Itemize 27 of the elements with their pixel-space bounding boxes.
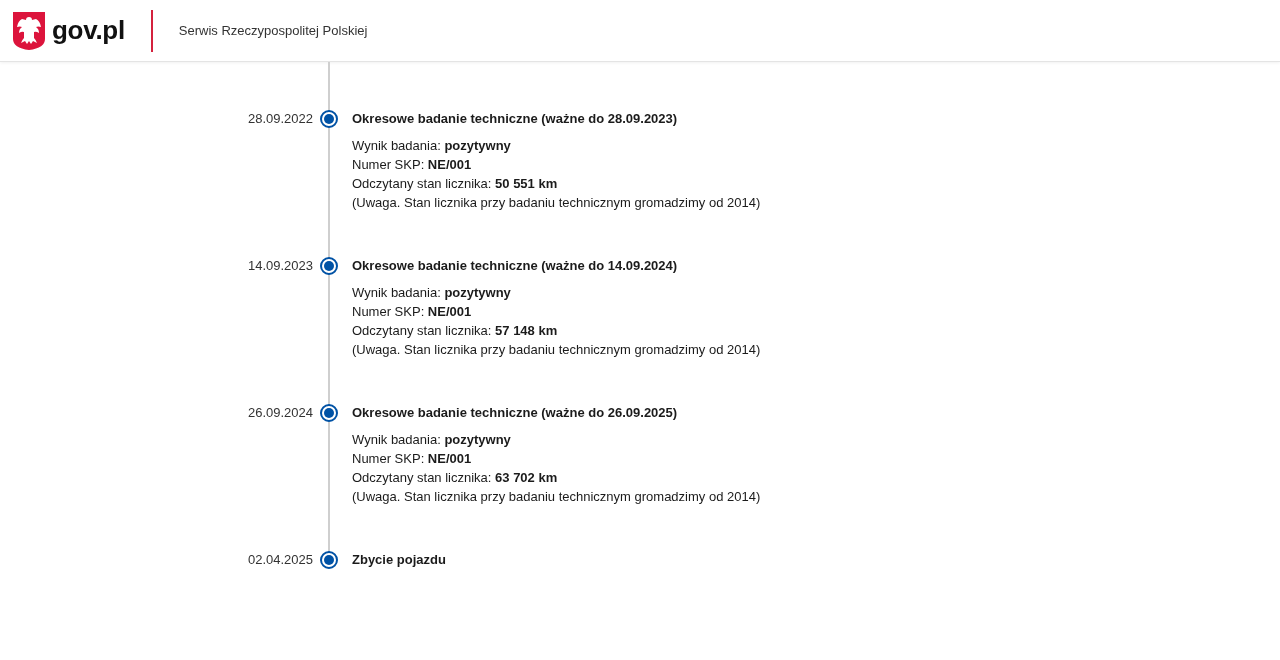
timeline-dot-icon [320,551,338,569]
detail-line: Wynik badania: pozytywny [352,284,512,302]
timeline-dot-icon [320,404,338,422]
event-title: Okresowe badanie techniczne (ważne do 28.09.2023) [352,110,679,128]
detail-line: Odczytany stan licznika: 57 148 km [352,322,559,340]
event-date: 02.04.2025 [247,551,313,569]
timeline-dot-icon [320,110,338,128]
note-text: (Uwaga. Stan licznika przy badaniu technicznym gromadzimy od 2014) [352,341,762,359]
event-title: Zbycie pojazdu [352,551,447,569]
detail-line: Odczytany stan licznika: 50 551 km [352,175,559,193]
service-name: Serwis Rzeczypospolitej Polskiej [178,23,368,38]
event-date: 14.09.2023 [247,257,313,275]
event-title: Okresowe badanie techniczne (ważne do 14.09.2024) [352,257,679,275]
event-title: Okresowe badanie techniczne (ważne do 26.09.2025) [352,404,679,422]
detail-line: Numer SKP: NE/001 [352,450,473,468]
detail-line: Odczytany stan licznika: 63 702 km [352,469,559,487]
eagle-emblem-icon [12,10,46,51]
detail-line: Numer SKP: NE/001 [352,303,473,321]
note-text: (Uwaga. Stan licznika przy badaniu technicznym gromadzimy od 2014) [352,488,762,506]
detail-line: Wynik badania: pozytywny [352,137,512,155]
detail-line: Wynik badania: pozytywny [352,431,512,449]
note-text: (Uwaga. Stan licznika przy badaniu technicznym gromadzimy od 2014) [352,194,762,212]
event-date: 28.09.2022 [247,110,313,128]
timeline-dot-icon [320,257,338,275]
detail-line: Numer SKP: NE/001 [352,156,473,174]
logo-text[interactable]: gov.pl [52,15,125,46]
event-date: 26.09.2024 [247,404,313,422]
